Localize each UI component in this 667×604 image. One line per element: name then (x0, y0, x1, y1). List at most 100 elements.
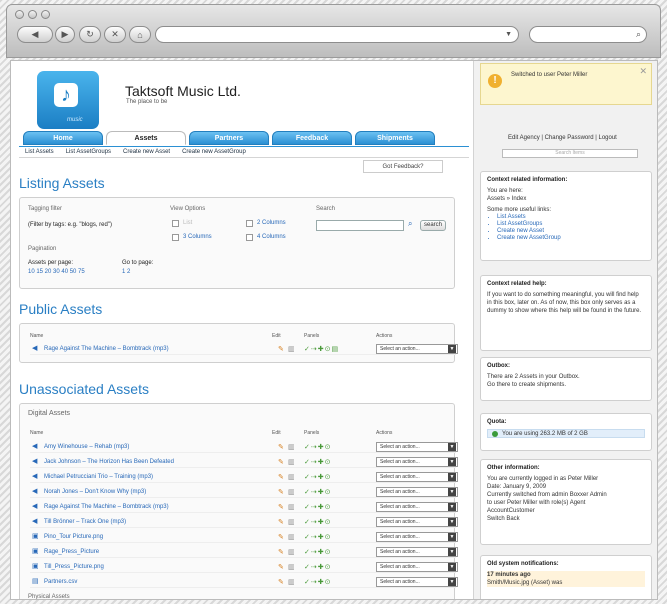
asset-name[interactable]: Till_Press_Picture.png (44, 564, 104, 570)
asset-name[interactable]: Norah Jones – Don't Know Why (mp3) (44, 489, 146, 495)
trash-icon[interactable]: ▥ (288, 458, 295, 466)
filter-hint[interactable]: (Filter by tags: e.g. "blogs, red") (28, 222, 112, 228)
edit-icon[interactable]: ✎ (278, 458, 284, 466)
link-create-asset[interactable]: Create new Asset (497, 228, 645, 235)
asset-name[interactable]: Till Brönner – Track One (mp3) (44, 519, 126, 525)
two-columns-checkbox[interactable] (246, 220, 253, 227)
edit-icon[interactable]: ✎ (278, 548, 284, 556)
subnav-create-asset[interactable]: Create new Asset (123, 149, 170, 155)
trash-icon[interactable]: ▥ (288, 533, 295, 541)
two-columns-label[interactable]: 2 Columns (257, 220, 286, 226)
asset-search-input[interactable] (316, 220, 404, 231)
link-list-assets[interactable]: List Assets (497, 214, 645, 221)
panel-icons[interactable]: ✓⇢✚⊙▤ (304, 345, 339, 353)
asset-name[interactable]: Rage_Press_Picture (44, 549, 99, 555)
four-columns-label[interactable]: 4 Columns (257, 234, 286, 240)
panel-icons[interactable]: ✓⇢✚⊙ (304, 578, 331, 586)
three-columns-label[interactable]: 3 Columns (183, 234, 212, 240)
three-columns-checkbox[interactable] (172, 234, 179, 241)
tab-home[interactable]: Home (23, 131, 103, 145)
edit-icon[interactable]: ✎ (278, 533, 284, 541)
account-links[interactable]: Edit Agency | Change Password | Logout (508, 135, 617, 141)
action-select[interactable]: Select an action... ▼ (376, 562, 458, 572)
panel-icons[interactable]: ✓⇢✚⊙ (304, 503, 331, 511)
panel-icons[interactable]: ✓⇢✚⊙ (304, 563, 331, 571)
reload-button[interactable]: ↻ (79, 26, 101, 43)
trash-icon[interactable]: ▥ (288, 473, 295, 481)
page-links[interactable]: 1 2 (122, 269, 130, 275)
trash-icon[interactable]: ▥ (288, 518, 295, 526)
action-select[interactable]: Select an action... ▼ (376, 517, 458, 527)
panel-icons[interactable]: ✓⇢✚⊙ (304, 458, 331, 466)
edit-icon[interactable]: ✎ (278, 345, 284, 353)
action-select[interactable]: Select an action... ▼ (376, 532, 458, 542)
asset-name[interactable]: Pino_Tour Picture.png (44, 534, 103, 540)
panel-icons[interactable]: ✓⇢✚⊙ (304, 473, 331, 481)
outbox-create-text[interactable]: Go there to create shipments. (487, 381, 645, 389)
edit-icon[interactable]: ✎ (278, 443, 284, 451)
asset-name[interactable]: Amy Winehouse – Rehab (mp3) (44, 444, 129, 450)
search-button[interactable]: search (420, 220, 446, 231)
asset-name[interactable]: Jack Johnson – The Horizon Has Been Defe… (44, 459, 174, 465)
link-list-assetgroups[interactable]: List AssetGroups (497, 221, 645, 228)
action-select[interactable]: Select an action... ▼ (376, 547, 458, 557)
chevron-down-icon[interactable]: ▼ (505, 31, 512, 38)
close-icon[interactable]: ✕ (639, 66, 647, 77)
asset-name[interactable]: Rage Against The Machine – Bombtrack (mp… (44, 346, 169, 352)
tab-assets[interactable]: Assets (106, 131, 186, 145)
panel-icons[interactable]: ✓⇢✚⊙ (304, 443, 331, 451)
tab-shipments[interactable]: Shipments (355, 131, 435, 145)
feedback-button[interactable]: Got Feedback? (363, 160, 443, 173)
per-page-options[interactable]: 10 15 20 30 40 50 75 (28, 269, 85, 275)
trash-icon[interactable]: ▥ (288, 548, 295, 556)
outbox-text[interactable]: There are 2 Assets in your Outbox. (487, 373, 645, 381)
subnav-create-assetgroup[interactable]: Create new AssetGroup (182, 149, 246, 155)
action-select[interactable]: Select an action... ▼ (376, 442, 458, 452)
edit-icon[interactable]: ✎ (278, 578, 284, 586)
action-select[interactable]: Select an action... ▼ (376, 502, 458, 512)
subnav-list-assetgroups[interactable]: List AssetGroups (66, 149, 111, 155)
panel-icons[interactable]: ✓⇢✚⊙ (304, 488, 331, 496)
edit-icon[interactable]: ✎ (278, 518, 284, 526)
trash-icon[interactable]: ▥ (288, 578, 295, 586)
tab-feedback[interactable]: Feedback (272, 131, 352, 145)
home-button[interactable]: ⌂ (129, 26, 151, 43)
action-select[interactable]: Select an action... ▼ (376, 344, 458, 354)
breadcrumb[interactable]: Assets » Index (487, 195, 645, 203)
browser-search-field[interactable]: ⌕ (529, 26, 647, 43)
panel-icons[interactable]: ✓⇢✚⊙ (304, 548, 331, 556)
subnav-list-assets[interactable]: List Assets (25, 149, 54, 155)
close-window-button[interactable] (15, 10, 24, 19)
four-columns-checkbox[interactable] (246, 234, 253, 241)
company-logo[interactable]: ♪ music (37, 71, 99, 129)
trash-icon[interactable]: ▥ (288, 503, 295, 511)
edit-icon[interactable]: ✎ (278, 563, 284, 571)
trash-icon[interactable]: ▥ (288, 345, 295, 353)
action-select[interactable]: Select an action... ▼ (376, 577, 458, 587)
action-select[interactable]: Select an action... ▼ (376, 472, 458, 482)
action-select[interactable]: Select an action... ▼ (376, 457, 458, 467)
list-view-checkbox[interactable] (172, 220, 179, 227)
asset-name[interactable]: Partners.csv (44, 579, 77, 585)
link-create-assetgroup[interactable]: Create new AssetGroup (497, 235, 645, 242)
address-bar[interactable]: ▼ (155, 26, 519, 43)
edit-icon[interactable]: ✎ (278, 503, 284, 511)
asset-name[interactable]: Rage Against The Machine – Bombtrack (mp… (44, 504, 169, 510)
asset-name[interactable]: Michael Petrucciani Trio – Training (mp3… (44, 474, 153, 480)
stop-button[interactable]: ✕ (104, 26, 126, 43)
switch-back-link[interactable]: Switch Back (487, 515, 645, 523)
trash-icon[interactable]: ▥ (288, 443, 295, 451)
trash-icon[interactable]: ▥ (288, 488, 295, 496)
sidebar-search-input[interactable]: Search Items (502, 149, 638, 158)
panel-icons[interactable]: ✓⇢✚⊙ (304, 518, 331, 526)
forward-button[interactable]: ▶ (55, 26, 75, 43)
tab-partners[interactable]: Partners (189, 131, 269, 145)
edit-icon[interactable]: ✎ (278, 488, 284, 496)
zoom-window-button[interactable] (41, 10, 50, 19)
trash-icon[interactable]: ▥ (288, 563, 295, 571)
panel-icons[interactable]: ✓⇢✚⊙ (304, 533, 331, 541)
minimize-window-button[interactable] (28, 10, 37, 19)
back-button[interactable]: ◀ (17, 26, 53, 43)
edit-icon[interactable]: ✎ (278, 473, 284, 481)
action-select[interactable]: Select an action... ▼ (376, 487, 458, 497)
